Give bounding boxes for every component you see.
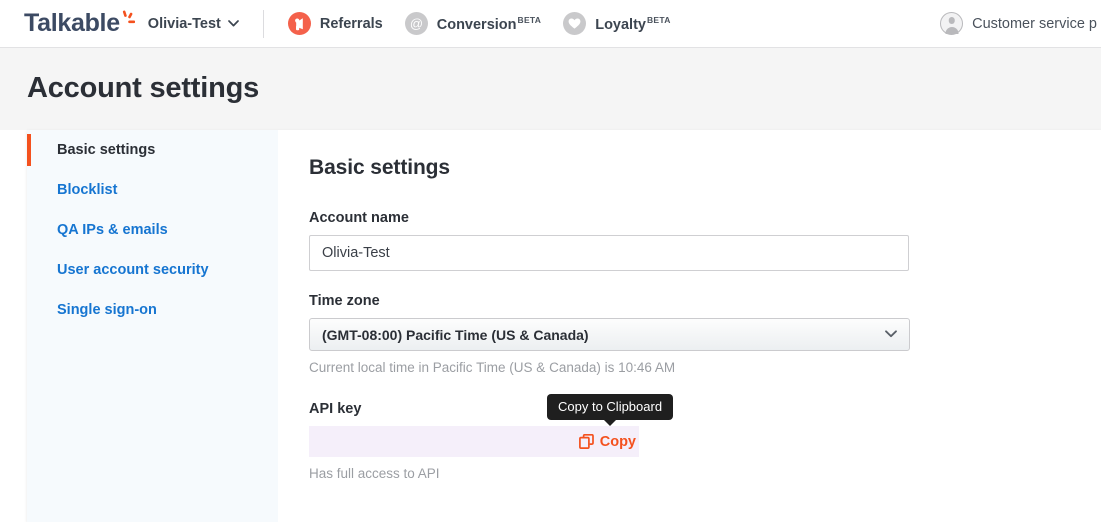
talkable-spark-logo-icon	[122, 10, 135, 24]
sidebar-item-basic-settings[interactable]: Basic settings	[27, 130, 278, 170]
at-sign-icon: @	[404, 12, 428, 35]
sidebar-item-blocklist[interactable]: Blocklist	[27, 170, 278, 210]
heart-icon	[563, 12, 587, 35]
copy-api-key-button[interactable]: Copy	[578, 434, 637, 450]
sidebar-item-single-sign-on[interactable]: Single sign-on	[27, 290, 278, 330]
page-title: Account settings	[27, 72, 260, 104]
copy-api-key-label: Copy	[599, 433, 636, 450]
customer-service-portal-label: Customer service p	[972, 15, 1097, 32]
settings-sidebar: Basic settings Blocklist QA IPs & emails…	[27, 130, 278, 522]
nav-item-referrals[interactable]: Referrals	[287, 12, 383, 35]
copy-to-clipboard-tooltip: Copy to Clipboard	[547, 394, 674, 420]
time-zone-helper-text: Current local time in Pacific Time (US &…	[309, 360, 676, 375]
beta-badge-loyalty: BETA	[646, 14, 671, 25]
svg-text:@: @	[410, 16, 423, 31]
account-switcher-label: Olivia-Test	[147, 15, 221, 32]
nav-divider	[262, 9, 264, 38]
megaphone-icon	[287, 12, 311, 35]
nav-item-loyalty[interactable]: LoyaltyBETA	[563, 12, 670, 35]
sidebar-item-label: Blocklist	[57, 182, 118, 198]
api-key-label: API key	[309, 401, 362, 417]
account-name-input[interactable]	[309, 235, 909, 271]
account-name-label: Account name	[309, 210, 409, 226]
sidebar-item-label: User account security	[57, 262, 209, 278]
customer-service-portal-link[interactable]: Customer service p	[940, 12, 1101, 35]
sidebar-item-label: QA IPs & emails	[57, 222, 168, 238]
beta-badge-conversion: BETA	[517, 14, 542, 25]
sidebar-item-label: Basic settings	[57, 142, 156, 158]
settings-content: Basic settings Account name Time zone (G…	[278, 130, 1101, 522]
sidebar-item-label: Single sign-on	[57, 302, 157, 318]
time-zone-select[interactable]: (GMT-08:00) Pacific Time (US & Canada)	[309, 318, 910, 351]
user-avatar-icon	[940, 12, 964, 35]
sidebar-item-user-account-security[interactable]: User account security	[27, 250, 278, 290]
nav-item-loyalty-label: LoyaltyBETA	[595, 14, 671, 33]
time-zone-selected-value: (GMT-08:00) Pacific Time (US & Canada)	[322, 326, 589, 343]
sidebar-item-qa-ips-emails[interactable]: QA IPs & emails	[27, 210, 278, 250]
api-key-field-group: API key Copy Copy to Clipboard Has full …	[309, 394, 1101, 481]
settings-panel: Basic settings Blocklist QA IPs & emails…	[27, 130, 1101, 522]
time-zone-label: Time zone	[309, 293, 380, 309]
account-name-field-group: Account name	[309, 210, 1101, 271]
talkable-logo[interactable]: Talkable	[24, 9, 135, 37]
page-header: Account settings	[0, 48, 1101, 130]
logo-text: Talkable	[24, 9, 120, 37]
top-navigation-bar: Talkable Olivia-Test Referrals @ Convers…	[0, 0, 1101, 48]
nav-item-referrals-label: Referrals	[319, 15, 383, 32]
chevron-down-icon	[228, 20, 239, 27]
nav-item-conversion[interactable]: @ ConversionBETA	[404, 12, 542, 35]
time-zone-field-group: Time zone (GMT-08:00) Pacific Time (US &…	[309, 293, 1101, 375]
copy-icon	[578, 434, 594, 449]
app-root: Talkable Olivia-Test Referrals @ Convers…	[0, 0, 1101, 522]
api-key-value-row: Copy Copy to Clipboard	[309, 394, 674, 457]
api-key-helper-text: Has full access to API	[309, 466, 440, 481]
section-title: Basic settings	[309, 156, 450, 179]
time-zone-select-wrap: (GMT-08:00) Pacific Time (US & Canada)	[309, 318, 910, 351]
nav-item-conversion-label: ConversionBETA	[436, 14, 542, 33]
account-switcher[interactable]: Olivia-Test	[148, 16, 239, 32]
